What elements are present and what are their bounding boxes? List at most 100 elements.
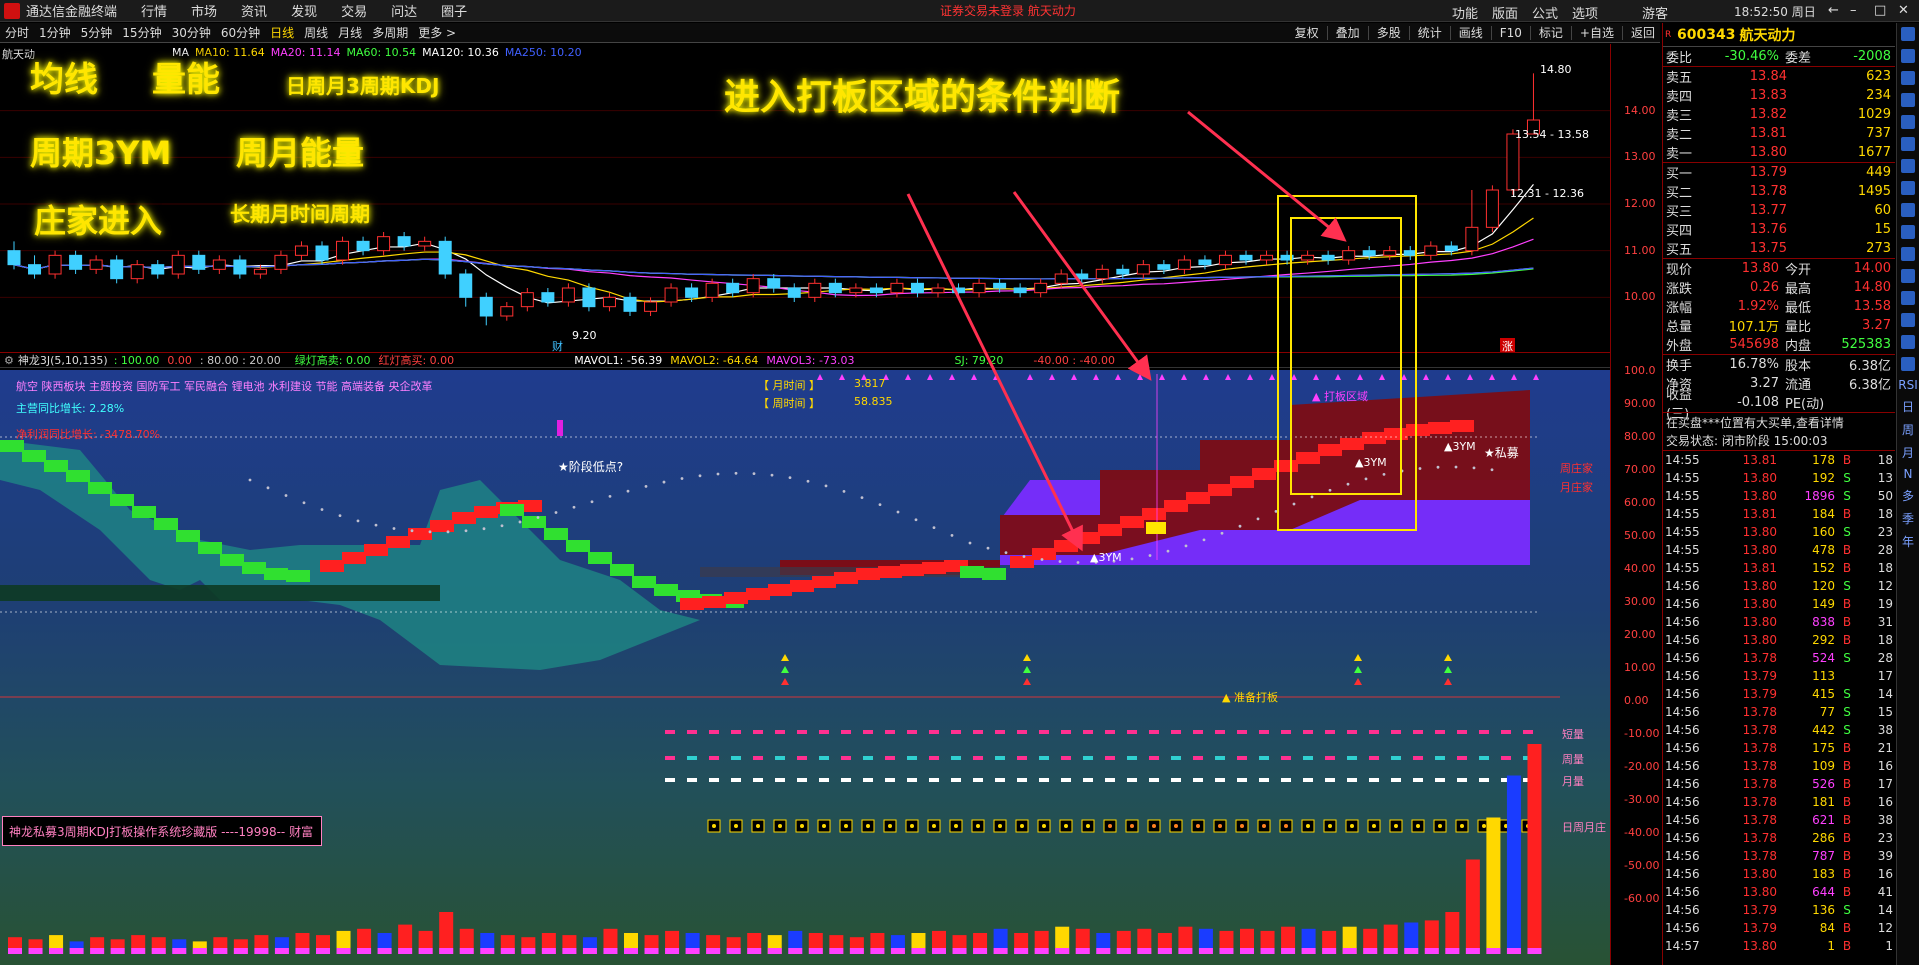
side-tool-icon[interactable] xyxy=(1901,335,1915,349)
tick-row[interactable]: 14:57 13.80 1 B 1 xyxy=(1663,937,1895,955)
user-guest[interactable]: 游客 xyxy=(1642,3,1668,22)
buy-order-row[interactable]: 买五 13.75 273 xyxy=(1663,239,1895,258)
tick-row[interactable]: 14:55 13.80 478 B 28 xyxy=(1663,541,1895,559)
tick-side: S xyxy=(1843,651,1851,665)
price-y-tick: 10.00 xyxy=(1624,290,1656,304)
side-tool-icon[interactable] xyxy=(1901,181,1915,195)
side-period-button[interactable]: N xyxy=(1904,467,1913,481)
side-period-button[interactable]: 周 xyxy=(1902,421,1914,438)
price-y-tick: 11.00 xyxy=(1624,243,1656,257)
side-period-button[interactable]: 日 xyxy=(1902,398,1914,415)
tick-row[interactable]: 14:56 13.78 442 S 38 xyxy=(1663,721,1895,739)
tick-count: 23 xyxy=(1877,831,1893,845)
stock-name[interactable]: 航天动力 xyxy=(1739,25,1795,45)
tick-row[interactable]: 14:56 13.78 526 B 17 xyxy=(1663,775,1895,793)
tick-volume: 415 xyxy=(1812,687,1835,701)
sell-order-row[interactable]: 卖一 13.80 1677 xyxy=(1663,143,1895,162)
buy-order-row[interactable]: 买一 13.79 449 xyxy=(1663,163,1895,182)
tick-row[interactable]: 14:55 13.80 1896 S 50 xyxy=(1663,487,1895,505)
tick-row[interactable]: 14:56 13.80 120 S 12 xyxy=(1663,577,1895,595)
side-tool-icon[interactable] xyxy=(1901,203,1915,217)
tick-row[interactable]: 14:56 13.80 644 B 41 xyxy=(1663,883,1895,901)
tick-row[interactable]: 14:56 13.78 621 B 38 xyxy=(1663,811,1895,829)
side-period-button[interactable]: 月 xyxy=(1902,444,1914,461)
tick-side: B xyxy=(1842,615,1852,629)
tick-row[interactable]: 14:56 13.78 181 B 16 xyxy=(1663,793,1895,811)
tick-row[interactable]: 14:56 13.79 84 B 12 xyxy=(1663,919,1895,937)
stat-label: 现价 xyxy=(1666,263,1693,278)
tick-price: 13.80 xyxy=(1742,597,1777,611)
side-tool-icon[interactable] xyxy=(1901,291,1915,305)
side-period-button[interactable]: 季 xyxy=(1902,510,1914,527)
tick-row[interactable]: 14:56 13.78 787 B 39 xyxy=(1663,847,1895,865)
tick-row[interactable]: 14:55 13.81 152 B 18 xyxy=(1663,559,1895,577)
tick-row[interactable]: 14:56 13.78 286 B 23 xyxy=(1663,829,1895,847)
stat-label: 外盘 xyxy=(1666,339,1693,354)
side-tool-icon[interactable] xyxy=(1901,225,1915,239)
side-tool-icon[interactable] xyxy=(1901,159,1915,173)
close-icon[interactable]: ✕ xyxy=(1898,3,1909,18)
tick-row[interactable]: 14:56 13.79 415 S 14 xyxy=(1663,685,1895,703)
tick-list[interactable]: 14:55 13.81 178 B 18 14:55 13.80 192 S 13 14:55 13.… xyxy=(1663,450,1895,955)
buy-order-row[interactable]: 买二 13.78 1495 xyxy=(1663,182,1895,201)
side-tool-icon[interactable] xyxy=(1901,357,1915,371)
maximize-icon[interactable]: □ xyxy=(1874,3,1886,18)
tick-row[interactable]: 14:56 13.80 838 B 31 xyxy=(1663,613,1895,631)
order-label: 买五 xyxy=(1666,243,1693,258)
stats-block-2: 换手 16.78% 股本 6.38亿 净资 3.27 流通 6.38亿 收益(三) -0.108 P… xyxy=(1663,354,1895,422)
tick-volume: 286 xyxy=(1812,831,1835,845)
tick-row[interactable]: 14:56 13.78 109 B 16 xyxy=(1663,757,1895,775)
side-tool-icon[interactable] xyxy=(1901,71,1915,85)
tick-row[interactable]: 14:56 13.78 524 S 28 xyxy=(1663,649,1895,667)
tick-row[interactable]: 14:56 13.78 77 S 15 xyxy=(1663,703,1895,721)
tick-price: 13.80 xyxy=(1742,543,1777,557)
order-volume: 60 xyxy=(1874,203,1891,218)
stat-value: 13.80 xyxy=(1741,261,1779,276)
side-toolbar: RSI 日周月 N 多季年 xyxy=(1896,23,1919,965)
order-price: 13.82 xyxy=(1749,107,1787,122)
tick-volume: 1896 xyxy=(1804,489,1835,503)
tick-count: 38 xyxy=(1877,723,1893,737)
buy-order-row[interactable]: 买四 13.76 15 xyxy=(1663,220,1895,239)
tick-side: B xyxy=(1842,849,1852,863)
sell-order-row[interactable]: 卖四 13.83 234 xyxy=(1663,86,1895,105)
order-notice[interactable]: 在买盘***位置有大买单,查看详情 xyxy=(1663,412,1895,431)
tick-row[interactable]: 14:55 13.80 160 S 23 xyxy=(1663,523,1895,541)
tick-row[interactable]: 14:55 13.80 192 S 13 xyxy=(1663,469,1895,487)
minimize-icon[interactable]: – xyxy=(1850,3,1857,18)
side-period-button[interactable]: 多 xyxy=(1902,487,1914,504)
sell-order-row[interactable]: 卖二 13.81 737 xyxy=(1663,124,1895,143)
side-tool-icon[interactable] xyxy=(1901,27,1915,41)
tool-back[interactable]: 返回 xyxy=(1626,24,1660,41)
side-tool-icon[interactable] xyxy=(1901,313,1915,327)
tick-row[interactable]: 14:56 13.78 175 B 21 xyxy=(1663,739,1895,757)
side-tool-icon[interactable] xyxy=(1901,137,1915,151)
side-tool-icon[interactable] xyxy=(1901,247,1915,261)
tick-row[interactable]: 14:56 13.80 292 B 18 xyxy=(1663,631,1895,649)
buy-orders: 买一 13.79 449 买二 13.78 1495 买三 13.77 60 买四 13.76 15 买… xyxy=(1663,162,1895,258)
tick-time: 14:56 xyxy=(1665,759,1700,773)
side-tool-icon[interactable] xyxy=(1901,49,1915,63)
trade-state-text: 交易状态: 闭市阶段 15:00:03 xyxy=(1666,434,1828,448)
back-arrow-icon[interactable]: ← xyxy=(1828,3,1839,18)
tick-volume: 478 xyxy=(1812,543,1835,557)
side-tool-icon[interactable] xyxy=(1901,93,1915,107)
sell-order-row[interactable]: 卖三 13.82 1029 xyxy=(1663,105,1895,124)
tick-row[interactable]: 14:56 13.79 136 S 14 xyxy=(1663,901,1895,919)
tick-side: B xyxy=(1842,561,1852,575)
tick-row[interactable]: 14:55 13.81 178 B 18 xyxy=(1663,451,1895,469)
buy-order-row[interactable]: 买三 13.77 60 xyxy=(1663,201,1895,220)
tick-row[interactable]: 14:56 13.79 113 17 xyxy=(1663,667,1895,685)
tick-row[interactable]: 14:56 13.80 183 B 16 xyxy=(1663,865,1895,883)
side-period-button[interactable]: 年 xyxy=(1902,533,1914,550)
stat-row: 现价 13.80 今开 14.00 xyxy=(1663,259,1895,278)
sell-order-row[interactable]: 卖五 13.84 623 xyxy=(1663,67,1895,86)
side-tool-icon[interactable] xyxy=(1901,115,1915,129)
tick-row[interactable]: 14:56 13.80 149 B 19 xyxy=(1663,595,1895,613)
side-period-button[interactable]: RSI xyxy=(1898,378,1918,392)
tick-price: 13.80 xyxy=(1742,867,1777,881)
tick-price: 13.81 xyxy=(1742,453,1777,467)
tick-row[interactable]: 14:55 13.81 184 B 18 xyxy=(1663,505,1895,523)
side-tool-icon[interactable] xyxy=(1901,269,1915,283)
tick-volume: 149 xyxy=(1812,597,1835,611)
